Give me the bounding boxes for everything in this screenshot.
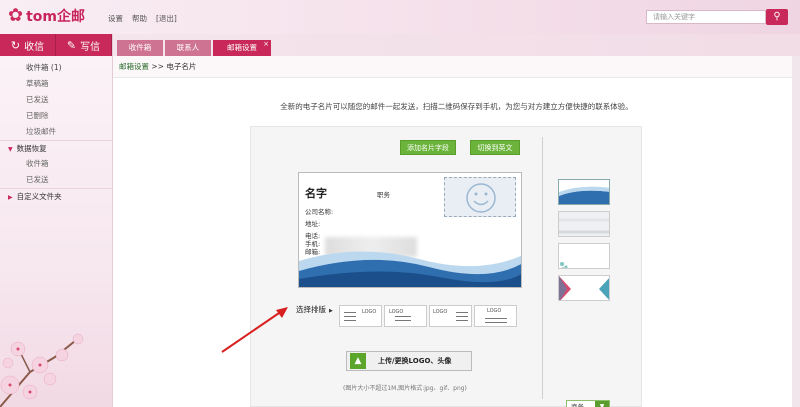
write-button[interactable]: ✎ 写信	[56, 34, 112, 56]
chevron-down-icon: ▼	[595, 401, 609, 407]
tab-contacts[interactable]: 联系人	[165, 40, 211, 56]
logout-link[interactable]: [退出]	[156, 13, 177, 24]
card-address-label: 地址:	[305, 220, 321, 228]
close-icon[interactable]: ×	[263, 40, 269, 49]
category-select[interactable]: 商务 ▼	[566, 400, 610, 407]
card-title: 职务	[377, 191, 390, 199]
settings-link[interactable]: 设置	[108, 13, 123, 24]
sidebar-item-sent[interactable]: 已发送	[0, 92, 112, 108]
breadcrumb-parent[interactable]: 邮箱设置	[119, 62, 149, 71]
breadcrumb-current: 电子名片	[166, 62, 197, 71]
intro-text: 全新的电子名片可以随您的邮件一起发送，扫描二维码保存到手机，为您与对方建立方便快…	[280, 102, 633, 111]
sidebar-group-custom-folders[interactable]: ▶ 自定义文件夹	[0, 188, 112, 204]
refresh-icon: ↻	[10, 38, 21, 52]
upload-hint: (图片大小不超过1M,图片格式:jpg、gif、png)	[343, 385, 467, 392]
template-option-3[interactable]	[558, 243, 610, 269]
main-content: 邮箱设置 >> 电子名片 全新的电子名片可以随您的邮件一起发送，扫描二维码保存到…	[113, 56, 800, 407]
template-option-1[interactable]	[558, 179, 610, 205]
receive-label: 收信	[24, 41, 45, 53]
edit-icon: ✎	[66, 38, 77, 52]
triangle-right-icon: ▶	[8, 194, 13, 201]
search-button[interactable]: ⚲	[766, 9, 788, 25]
panel-divider	[542, 137, 543, 399]
breadcrumb-separator: >>	[151, 62, 164, 71]
layout-option-1[interactable]: LOGO	[339, 305, 382, 327]
sidebar-item-drafts[interactable]: 草稿箱	[0, 76, 112, 92]
write-label: 写信	[80, 41, 101, 53]
receive-button[interactable]: ↻ 收信	[0, 34, 56, 56]
layout-label: 选择排版 ▶	[296, 305, 333, 314]
sidebar-group-recovery[interactable]: ▼ 数据恢复	[0, 140, 112, 156]
top-links: 设置 帮助 [退出]	[108, 13, 177, 24]
sidebar-item-deleted[interactable]: 已删除	[0, 108, 112, 124]
blossom-decoration	[0, 333, 84, 407]
sidebar-item-recovery-sent[interactable]: 已发送	[0, 172, 112, 188]
tab-bar: 收件箱 联系人 邮箱设置 ×	[113, 34, 800, 56]
layout-option-3[interactable]: LOGO	[429, 305, 472, 327]
sidebar-item-inbox[interactable]: 收件箱 (1)	[0, 60, 112, 76]
brand-name: tom企邮	[26, 9, 85, 25]
flower-logo-icon: ✿	[8, 5, 24, 26]
upload-icon: ▲	[350, 353, 366, 369]
layout-option-4[interactable]: LOGO	[474, 305, 517, 327]
search-icon: ⚲	[773, 11, 781, 22]
template-option-2[interactable]	[558, 211, 610, 237]
tab-mail-settings[interactable]: 邮箱设置 ×	[213, 40, 271, 56]
help-link[interactable]: 帮助	[132, 13, 147, 24]
tab-inbox[interactable]: 收件箱	[117, 40, 163, 56]
layout-option-2[interactable]: LOGO	[384, 305, 427, 327]
triangle-down-icon: ▼	[8, 146, 13, 153]
switch-english-button[interactable]: 切换到英文	[470, 140, 520, 155]
vertical-scrollbar[interactable]	[792, 56, 800, 407]
sidebar-item-recovery-inbox[interactable]: 收件箱	[0, 156, 112, 172]
breadcrumb: 邮箱设置 >> 电子名片	[113, 56, 800, 78]
search-input[interactable]: 请输入关键字	[646, 10, 766, 24]
folder-list: 收件箱 (1) 草稿箱 已发送 已删除 垃圾邮件 ▼ 数据恢复 收件箱 已发送 ▶…	[0, 56, 112, 204]
business-card-panel: 添加名片字段 切换到英文 名字 职务 公司名称: 地址: 电话: 手机: 邮箱:	[250, 126, 642, 407]
card-wave-decoration	[299, 251, 521, 287]
business-card-preview: 名字 职务 公司名称: 地址: 电话: 手机: 邮箱:	[298, 172, 522, 288]
sidebar: ↻ 收信 ✎ 写信 收件箱 (1) 草稿箱 已发送 已删除 垃圾邮件 ▼ 数据恢复…	[0, 34, 113, 407]
top-bar: ✿ tom企邮 设置 帮助 [退出] 请输入关键字 ⚲	[0, 0, 800, 34]
smiley-photo-icon	[466, 183, 496, 213]
add-field-button[interactable]: 添加名片字段	[400, 140, 456, 155]
card-company-label: 公司名称:	[305, 208, 334, 216]
sidebar-item-spam[interactable]: 垃圾邮件	[0, 124, 112, 140]
template-option-4[interactable]	[558, 275, 610, 301]
brand-logo[interactable]: ✿ tom企邮	[8, 6, 85, 26]
photo-placeholder[interactable]	[444, 177, 516, 217]
unread-count: (1)	[50, 63, 62, 72]
card-name: 名字	[305, 187, 327, 200]
upload-logo-button[interactable]: ▲ 上传/更换LOGO、头像	[346, 351, 472, 371]
compose-row: ↻ 收信 ✎ 写信	[0, 34, 112, 56]
